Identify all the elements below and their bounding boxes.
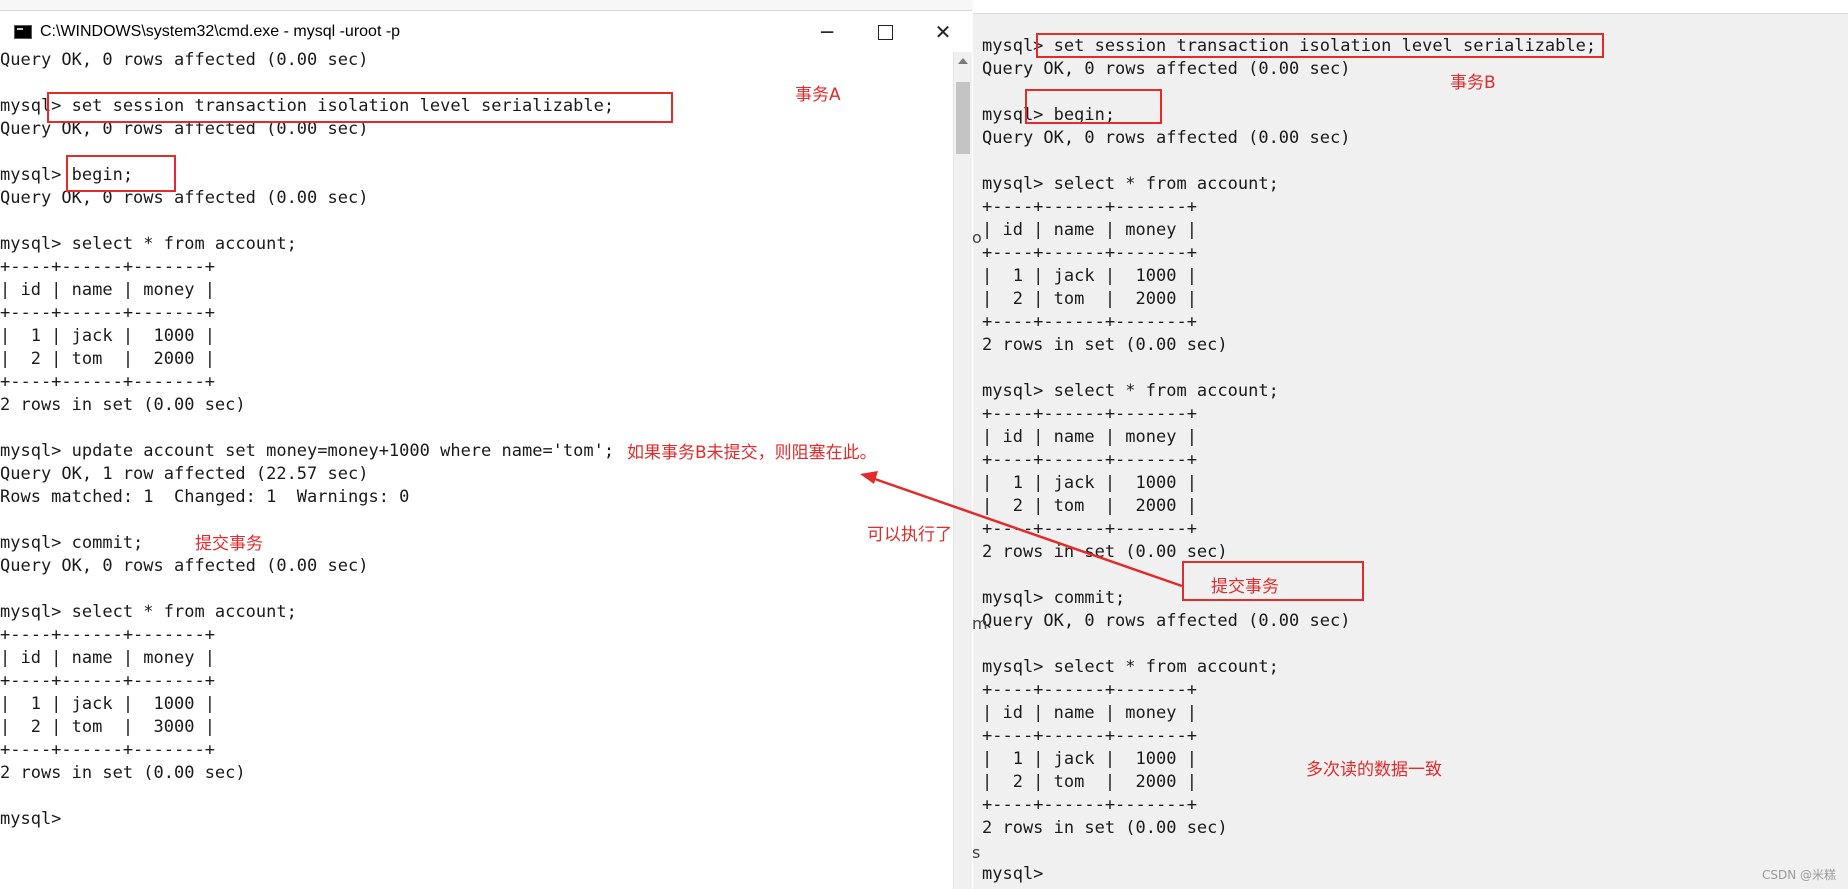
- arrow-line: [871, 476, 1183, 588]
- annotation-arrow-layer: [860, 471, 1183, 588]
- watermark: CSDN @米糕: [1761, 868, 1836, 882]
- arrow-head-icon: [860, 471, 878, 484]
